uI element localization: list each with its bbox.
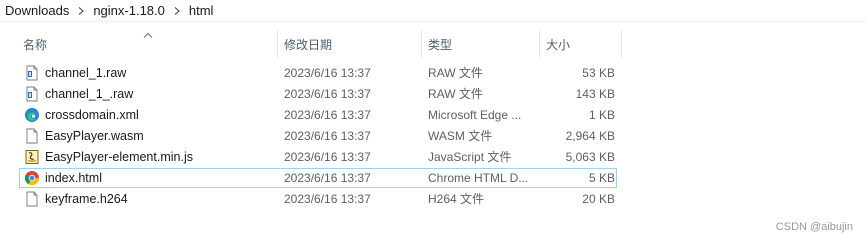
breadcrumb: Downloads nginx-1.18.0 html <box>0 0 867 22</box>
file-row[interactable]: crossdomain.xml 2023/6/16 13:37 Microsoft … <box>19 105 617 125</box>
file-row[interactable]: EasyPlayer-element.min.js 2023/6/16 13:37… <box>19 147 617 167</box>
file-size: 5,063 KB <box>565 150 615 164</box>
file-name-cell: EasyPlayer-element.min.js <box>24 148 279 166</box>
file-size: 143 KB <box>575 87 615 101</box>
file-name-cell: channel_1.raw <box>24 64 279 82</box>
file-name: keyframe.h264 <box>45 192 128 206</box>
file-name-cell: channel_1_.raw <box>24 85 279 103</box>
file-name: EasyPlayer.wasm <box>45 129 144 143</box>
chevron-right-icon[interactable] <box>74 6 88 15</box>
file-name-cell: keyframe.h264 <box>24 190 279 208</box>
column-header-type-label: 类型 <box>428 37 453 52</box>
file-date: 2023/6/16 13:37 <box>284 192 371 206</box>
edge-icon <box>24 107 40 123</box>
file-name-cell: EasyPlayer.wasm <box>24 127 279 145</box>
blank-file-icon <box>24 128 40 144</box>
file-size: 1 KB <box>588 108 615 122</box>
column-header-name-label: 名称 <box>23 37 48 52</box>
breadcrumb-item-nginx[interactable]: nginx-1.18.0 <box>91 3 167 18</box>
file-date: 2023/6/16 13:37 <box>284 150 371 164</box>
file-type: H264 文件 <box>428 192 485 206</box>
file-date: 2023/6/16 13:37 <box>284 129 371 143</box>
column-header-size[interactable]: 大小 <box>540 30 622 58</box>
file-size: 53 KB <box>582 66 615 80</box>
file-type: WASM 文件 <box>428 129 493 143</box>
watermark: CSDN @aibujin <box>775 221 853 233</box>
file-size: 5 KB <box>588 171 615 185</box>
column-header-bar: 名称 修改日期 类型 大小 <box>0 30 867 58</box>
file-date: 2023/6/16 13:37 <box>284 66 371 80</box>
file-name-cell: index.html <box>24 169 279 187</box>
script-file-icon <box>24 149 40 165</box>
file-row[interactable]: channel_1_.raw 2023/6/16 13:37 RAW 文件 143 K… <box>19 84 617 104</box>
breadcrumb-item-html[interactable]: html <box>187 3 216 18</box>
file-row[interactable]: channel_1.raw 2023/6/16 13:37 RAW 文件 53 KB <box>19 63 617 83</box>
file-name: EasyPlayer-element.min.js <box>45 150 193 164</box>
file-type: JavaScript 文件 <box>428 150 512 164</box>
file-type: Chrome HTML D... <box>428 171 529 185</box>
raw-file-icon <box>24 65 40 81</box>
file-row[interactable]: keyframe.h264 2023/6/16 13:37 H264 文件 20 KB <box>19 189 617 209</box>
blank-file-icon <box>24 191 40 207</box>
file-name: channel_1.raw <box>45 66 127 80</box>
chrome-icon <box>24 170 40 186</box>
column-header-type[interactable]: 类型 <box>422 30 540 58</box>
file-type: Microsoft Edge ... <box>428 108 522 122</box>
column-header-date[interactable]: 修改日期 <box>278 30 422 58</box>
file-date: 2023/6/16 13:37 <box>284 108 371 122</box>
file-type: RAW 文件 <box>428 87 483 101</box>
file-name: index.html <box>45 171 102 185</box>
file-size: 20 KB <box>582 192 615 206</box>
column-header-size-label: 大小 <box>546 37 571 52</box>
breadcrumb-item-downloads[interactable]: Downloads <box>3 3 71 18</box>
file-date: 2023/6/16 13:37 <box>284 171 371 185</box>
chevron-right-icon[interactable] <box>170 6 184 15</box>
file-type: RAW 文件 <box>428 66 483 80</box>
column-header-date-label: 修改日期 <box>284 37 333 52</box>
sort-ascending-icon <box>143 27 153 38</box>
column-header-name[interactable]: 名称 <box>17 30 278 58</box>
raw-file-icon <box>24 86 40 102</box>
file-date: 2023/6/16 13:37 <box>284 87 371 101</box>
file-name: channel_1_.raw <box>45 87 134 101</box>
file-name: crossdomain.xml <box>45 108 139 122</box>
file-row[interactable]: EasyPlayer.wasm 2023/6/16 13:37 WASM 文件 2,9… <box>19 126 617 146</box>
file-name-cell: crossdomain.xml <box>24 106 279 124</box>
file-row[interactable]: index.html 2023/6/16 13:37 Chrome HTML D..… <box>19 168 617 188</box>
file-size: 2,964 KB <box>565 129 615 143</box>
